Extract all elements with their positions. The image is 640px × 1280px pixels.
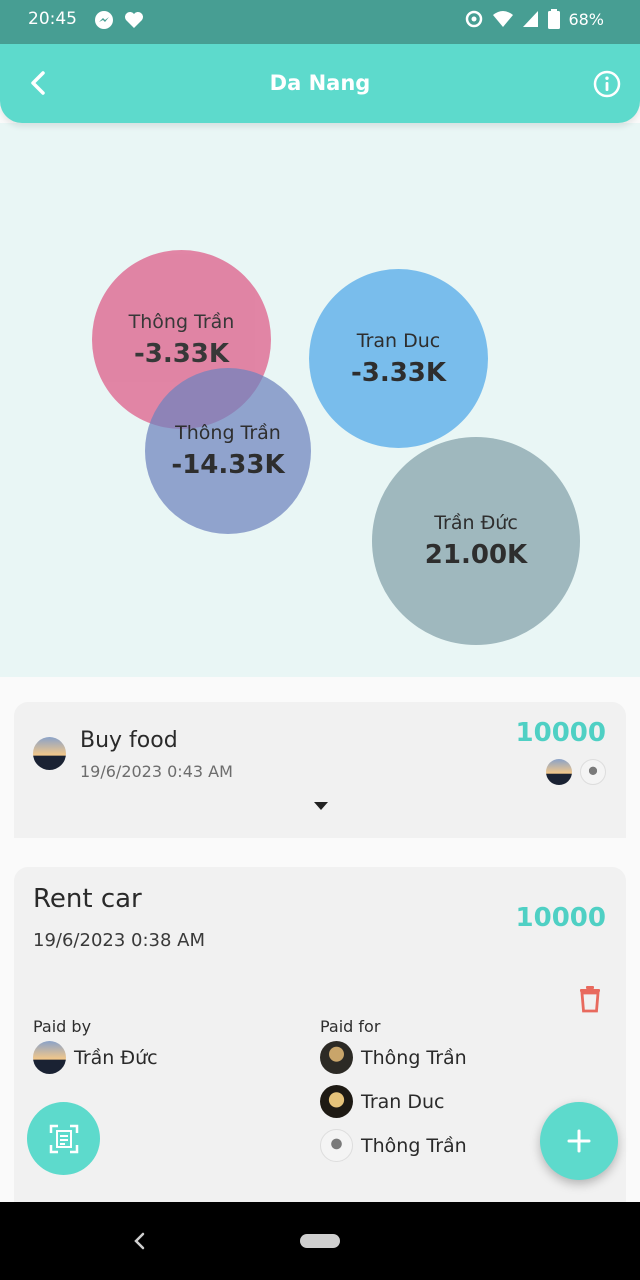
add-icon [567,1129,591,1153]
signal-icon [523,11,539,27]
paid-for-label: Paid for [320,1017,381,1036]
expand-chevron-icon[interactable] [314,802,328,810]
balance-name: Thông Trần [128,310,235,333]
balance-amount: 21.00K [424,540,528,570]
balance-amount: -3.33K [350,357,447,388]
status-time: 20:45 [28,9,77,29]
balance-name: Thông Trần [175,422,281,444]
info-button[interactable] [592,69,622,99]
avatar [320,1129,353,1162]
expense-title: Buy food [80,728,178,753]
nav-home-button[interactable] [300,1234,340,1248]
expense-title: Rent car [33,884,142,914]
balance-name: Trần Đức [434,512,518,534]
avatar [320,1041,353,1074]
avatar [33,1041,66,1074]
paid-by-label: Paid by [33,1017,92,1036]
paid-by-person: Trần Đức [33,1041,158,1074]
wifi-icon [493,11,514,27]
sync-icon [466,10,483,28]
paid-for-person: Thông Trần [320,1129,467,1162]
avatar [33,737,66,770]
trash-icon [580,986,600,1013]
balance-bubble[interactable]: Tran Duc -3.33K [309,269,488,448]
expense-date: 19/6/2023 0:38 AM [33,930,206,951]
messenger-icon [95,11,113,29]
balance-amount: -14.33K [171,450,285,480]
avatar [546,759,572,785]
balance-bubble[interactable]: Trần Đức 21.00K [372,437,580,645]
heart-icon [125,12,143,28]
avatar [580,759,606,785]
scan-receipt-icon [49,1124,78,1153]
info-icon [593,70,621,98]
paid-for-person: Tran Duc [320,1085,444,1118]
person-name: Tran Duc [361,1090,445,1113]
status-bar: 20:45 68% [0,0,640,44]
person-name: Thông Trần [361,1046,467,1069]
battery-icon [548,9,561,29]
scan-receipt-button[interactable] [27,1102,100,1175]
balance-amount: -3.33K [133,338,230,369]
balance-bubble[interactable]: Thông Trần -14.33K [145,368,311,534]
expense-card[interactable]: Rent car 19/6/2023 0:38 AM 10000 Paid by… [14,867,626,1207]
system-nav-bar [0,1202,640,1280]
nav-back-icon[interactable] [130,1228,150,1254]
expense-amount: 10000 [515,718,606,748]
avatar [320,1085,353,1118]
expense-card[interactable]: Buy food 19/6/2023 0:43 AM 10000 [14,702,626,838]
delete-button[interactable] [578,985,602,1013]
add-expense-button[interactable] [540,1102,618,1180]
balance-name: Tran Duc [356,329,441,352]
expense-date: 19/6/2023 0:43 AM [80,762,233,781]
page-title: Da Nang [269,71,371,95]
person-name: Trần Đức [74,1046,158,1069]
app-bar: Da Nang [0,44,640,123]
battery-percentage: 68% [568,9,604,29]
person-name: Thông Trần [361,1134,467,1157]
expense-amount: 10000 [515,903,606,933]
paid-for-person: Thông Trần [320,1041,467,1074]
